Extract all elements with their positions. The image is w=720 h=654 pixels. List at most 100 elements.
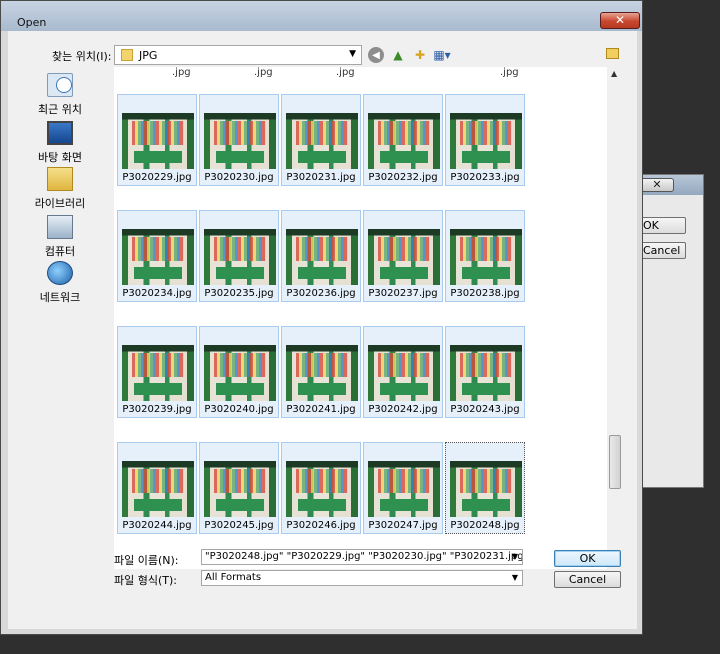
image-preview <box>450 229 522 285</box>
folder-action-icon[interactable] <box>606 48 619 59</box>
background-dialog: ✕ OK Cancel <box>630 174 704 488</box>
file-thumbnail[interactable]: P3020240.jpg <box>199 326 279 418</box>
scroll-up-icon[interactable]: ▲ <box>611 69 617 78</box>
file-thumbnail[interactable]: P3020229.jpg <box>117 94 197 186</box>
new-folder-icon[interactable]: ✚ <box>412 47 428 63</box>
place-label: 라이브러리 <box>34 197 86 210</box>
file-name: P3020238.jpg <box>450 288 520 299</box>
file-name: P3020241.jpg <box>286 404 356 415</box>
file-list[interactable]: .jpg .jpg .jpg .jpg P3020229.jpg P3020230… <box>114 67 620 569</box>
image-preview <box>122 113 194 169</box>
partial-file-label: .jpg <box>172 67 191 78</box>
places-bar: 최근 위치 바탕 화면 라이브러리 컴퓨터 네트워크 <box>8 67 112 569</box>
place-label: 컴퓨터 <box>44 245 76 258</box>
file-name: P3020245.jpg <box>204 520 274 531</box>
image-preview <box>286 229 358 285</box>
file-thumbnail[interactable]: P3020248.jpg <box>445 442 525 534</box>
image-preview <box>286 345 358 401</box>
file-thumbnail[interactable]: P3020245.jpg <box>199 442 279 534</box>
partial-file-label: .jpg <box>336 67 355 78</box>
navigation-toolbar: ◀ ▲ ✚ ▦▾ <box>368 47 451 63</box>
image-preview <box>286 461 358 517</box>
cancel-button[interactable]: Cancel <box>554 571 621 588</box>
computer-icon <box>47 215 73 239</box>
image-preview <box>122 345 194 401</box>
view-menu-icon[interactable]: ▦▾ <box>433 47 450 63</box>
recent-places-icon <box>47 73 73 97</box>
file-thumbnail[interactable]: P3020247.jpg <box>363 442 443 534</box>
look-in-combo[interactable]: JPG ▼ <box>114 45 362 65</box>
place-label: 최근 위치 <box>38 103 82 116</box>
filetype-label: 파일 형식(T): <box>114 574 177 587</box>
file-name: P3020247.jpg <box>368 520 438 531</box>
place-computer[interactable]: 컴퓨터 <box>8 215 112 259</box>
dialog-body: 찾는 위치(I): JPG ▼ ◀ ▲ ✚ ▦▾ 최근 위치 바탕 화면 라이브… <box>8 31 637 629</box>
file-thumbnail[interactable]: P3020231.jpg <box>281 94 361 186</box>
image-preview <box>122 461 194 517</box>
vertical-scrollbar[interactable]: ▲ ▼ <box>607 67 623 569</box>
place-recent[interactable]: 최근 위치 <box>8 73 112 117</box>
image-preview <box>368 113 440 169</box>
file-name: P3020243.jpg <box>450 404 520 415</box>
file-name: P3020237.jpg <box>368 288 438 299</box>
place-desktop[interactable]: 바탕 화면 <box>8 121 112 165</box>
desktop-icon <box>47 121 73 145</box>
network-icon <box>47 261 73 285</box>
chevron-down-icon: ▼ <box>511 573 518 582</box>
file-thumbnail[interactable]: P3020232.jpg <box>363 94 443 186</box>
image-preview <box>368 229 440 285</box>
filetype-value: All Formats <box>205 572 262 583</box>
back-icon[interactable]: ◀ <box>368 47 384 63</box>
filename-label: 파일 이름(N): <box>114 554 179 567</box>
image-preview <box>204 229 276 285</box>
image-preview <box>450 345 522 401</box>
file-thumbnail[interactable]: P3020236.jpg <box>281 210 361 302</box>
scrollbar-thumb[interactable] <box>609 435 621 489</box>
image-preview <box>204 345 276 401</box>
up-folder-icon[interactable]: ▲ <box>390 47 406 63</box>
titlebar: Open ✕ <box>1 1 642 31</box>
image-preview <box>368 461 440 517</box>
file-name: P3020234.jpg <box>122 288 192 299</box>
file-thumbnail[interactable]: P3020244.jpg <box>117 442 197 534</box>
place-label: 바탕 화면 <box>38 151 82 164</box>
file-thumbnail[interactable]: P3020238.jpg <box>445 210 525 302</box>
file-name: P3020229.jpg <box>122 172 192 183</box>
place-library[interactable]: 라이브러리 <box>8 167 112 211</box>
image-preview <box>368 345 440 401</box>
filetype-select[interactable]: All Formats ▼ <box>201 570 523 586</box>
file-name: P3020233.jpg <box>450 172 520 183</box>
file-thumbnail[interactable]: P3020237.jpg <box>363 210 443 302</box>
look-in-value: JPG <box>139 49 158 62</box>
chevron-down-icon: ▼ <box>349 49 356 59</box>
partial-file-label: .jpg <box>254 67 273 78</box>
file-thumbnail[interactable]: P3020241.jpg <box>281 326 361 418</box>
image-preview <box>286 113 358 169</box>
file-thumbnail[interactable]: P3020234.jpg <box>117 210 197 302</box>
ok-button[interactable]: OK <box>554 550 621 567</box>
filename-input[interactable]: "P3020248.jpg" "P3020229.jpg" "P3020230.… <box>201 549 523 565</box>
library-icon <box>47 167 73 191</box>
file-name: P3020236.jpg <box>286 288 356 299</box>
file-name: P3020240.jpg <box>204 404 274 415</box>
file-thumbnail[interactable]: P3020246.jpg <box>281 442 361 534</box>
file-thumbnail[interactable]: P3020239.jpg <box>117 326 197 418</box>
file-thumbnail[interactable]: P3020233.jpg <box>445 94 525 186</box>
place-network[interactable]: 네트워크 <box>8 261 112 305</box>
look-in-label: 찾는 위치(I): <box>52 50 112 63</box>
file-name: P3020235.jpg <box>204 288 274 299</box>
file-thumbnail[interactable]: P3020243.jpg <box>445 326 525 418</box>
file-thumbnail[interactable]: P3020230.jpg <box>199 94 279 186</box>
image-preview <box>450 113 522 169</box>
filename-value: "P3020248.jpg" "P3020229.jpg" "P3020230.… <box>205 551 523 562</box>
window-title: Open <box>17 16 47 29</box>
image-preview <box>204 113 276 169</box>
file-thumbnail[interactable]: P3020242.jpg <box>363 326 443 418</box>
open-dialog: Open ✕ 찾는 위치(I): JPG ▼ ◀ ▲ ✚ ▦▾ 최근 위치 바탕… <box>0 0 643 635</box>
close-button[interactable]: ✕ <box>600 12 640 29</box>
background-close-button[interactable]: ✕ <box>640 178 674 192</box>
file-name: P3020232.jpg <box>368 172 438 183</box>
file-name: P3020244.jpg <box>122 520 192 531</box>
file-thumbnail[interactable]: P3020235.jpg <box>199 210 279 302</box>
file-name: P3020230.jpg <box>204 172 274 183</box>
